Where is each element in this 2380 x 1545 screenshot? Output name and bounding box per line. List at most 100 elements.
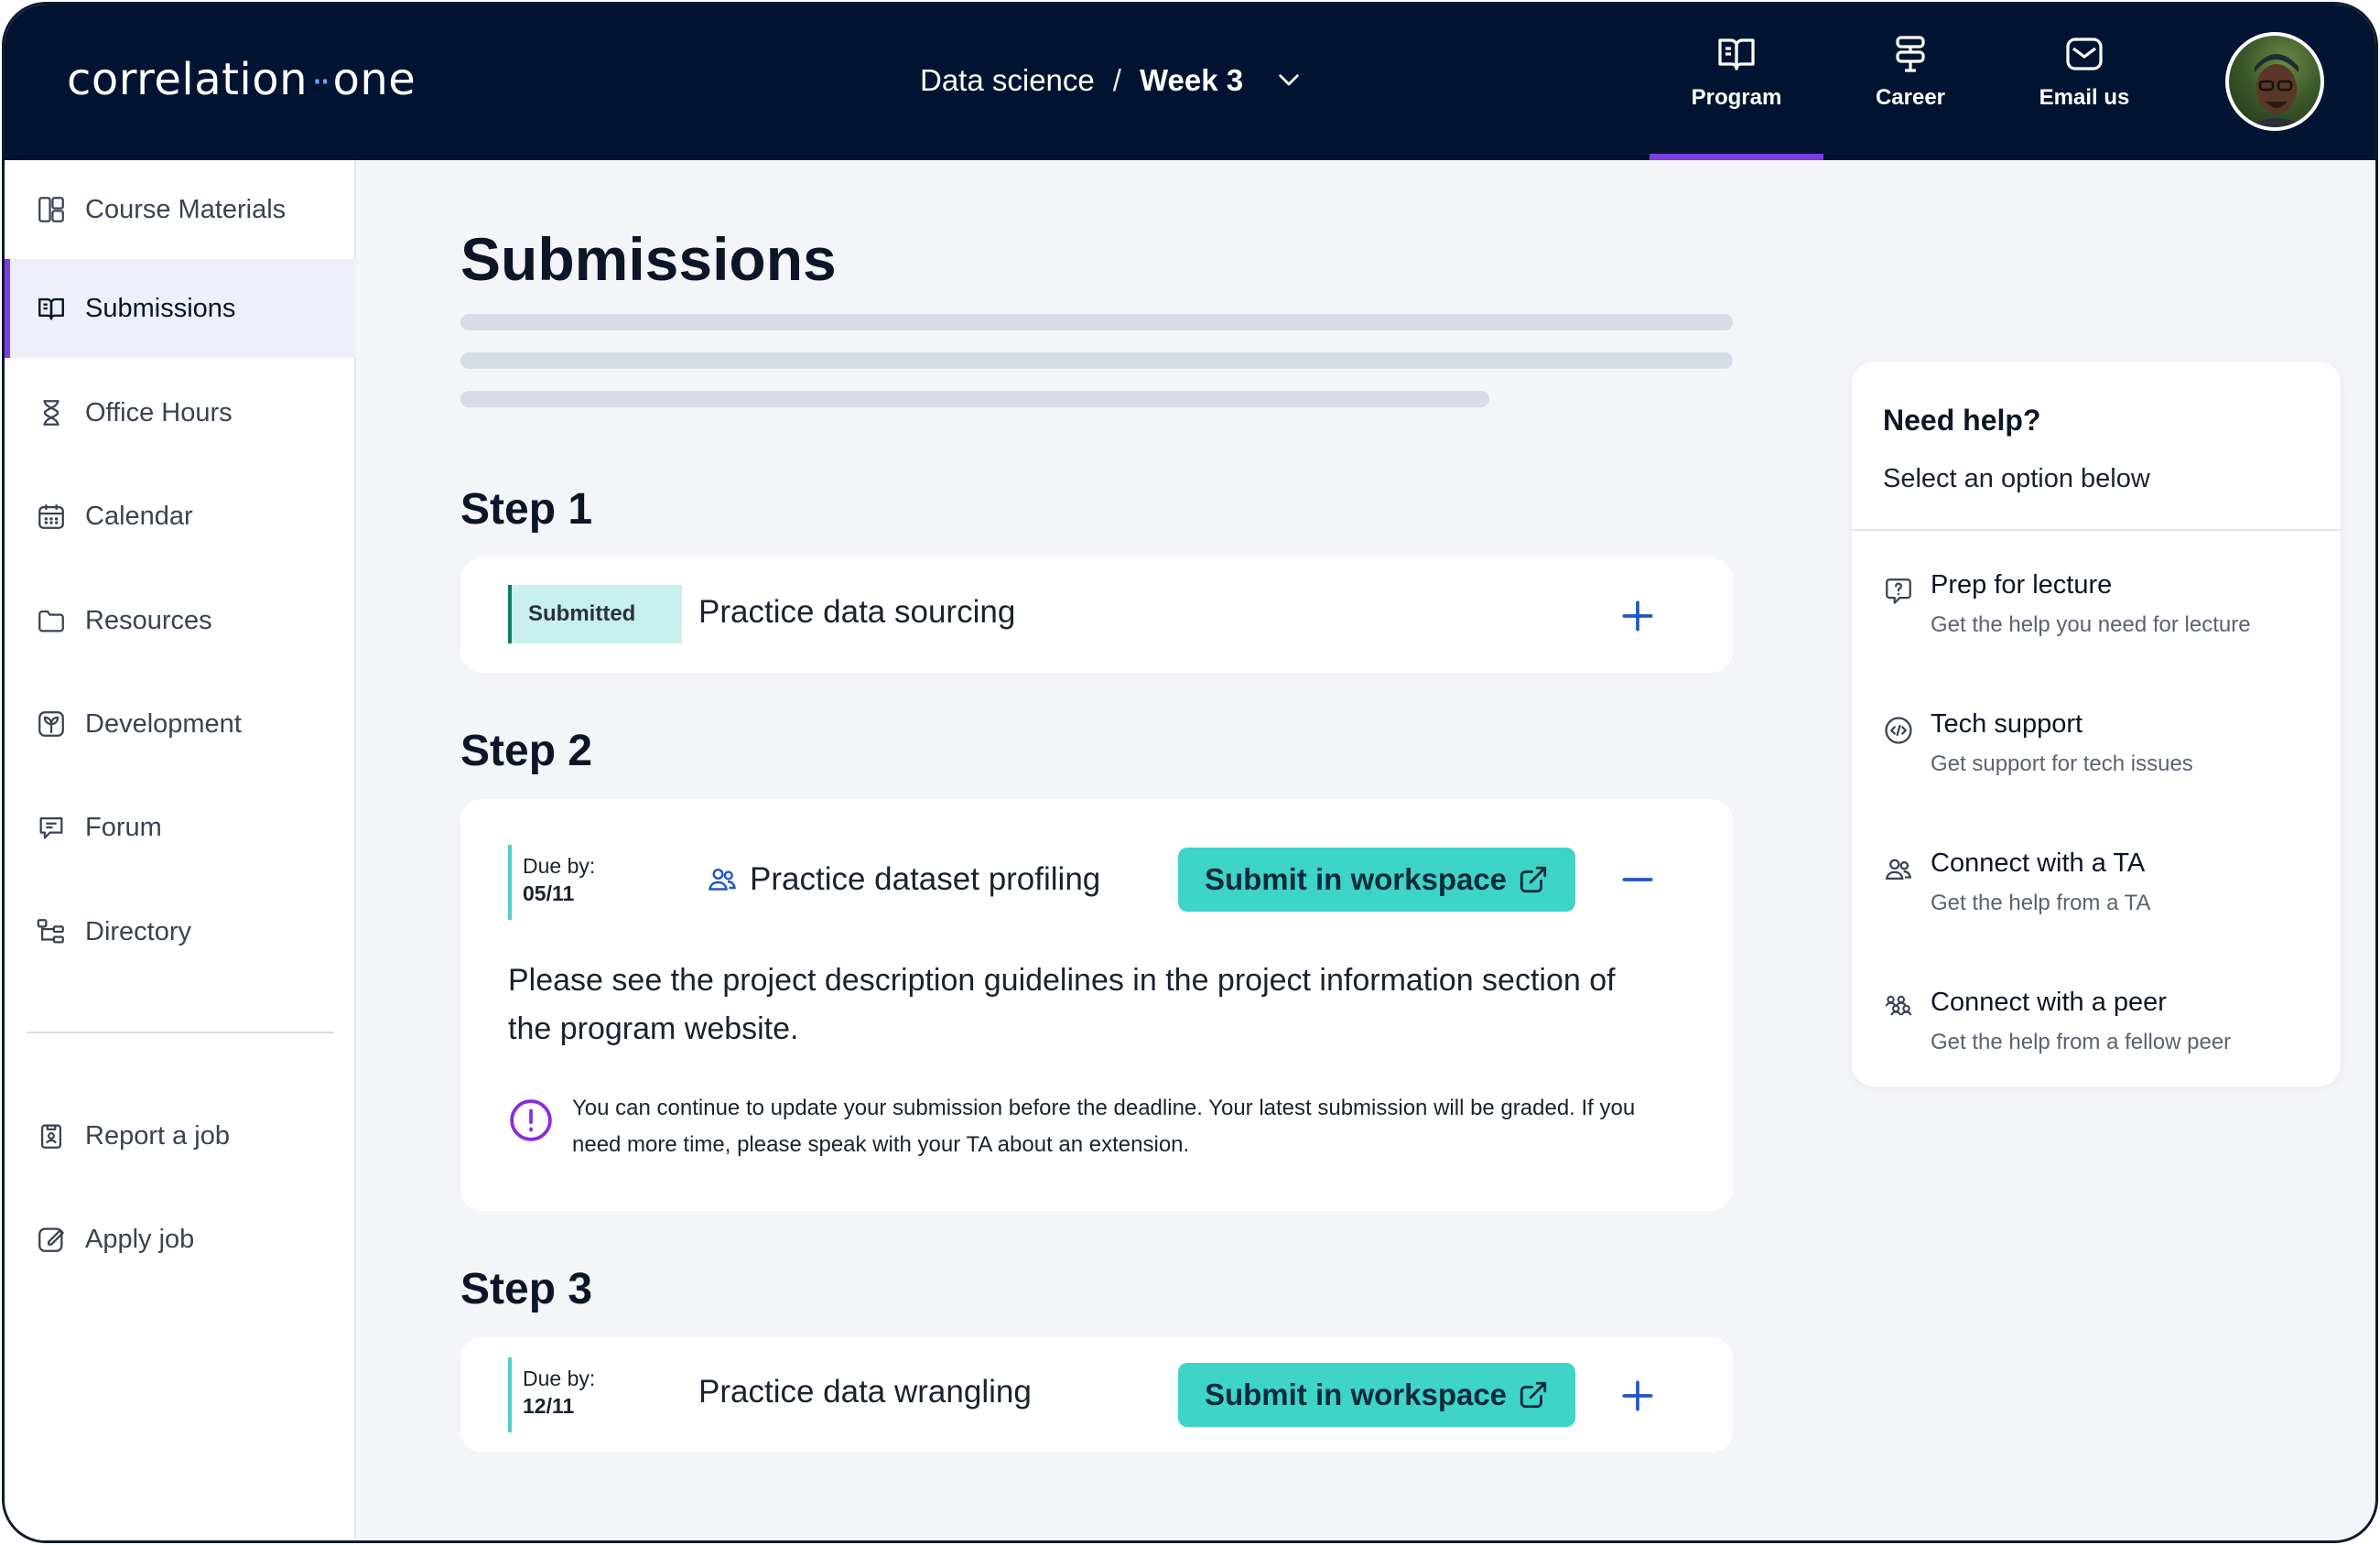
due-date: Due by: 05/11 bbox=[508, 845, 627, 920]
chat-icon bbox=[39, 816, 63, 839]
users-icon bbox=[709, 869, 736, 891]
step-3-heading: Step 3 bbox=[460, 1265, 593, 1313]
avatar-photo bbox=[2229, 36, 2320, 127]
nav-tab-career[interactable]: Career bbox=[1823, 32, 1997, 160]
help-option-title: Connect with a peer bbox=[1931, 988, 2167, 1017]
sidebar-item-office-hours[interactable]: Office Hours bbox=[5, 363, 356, 462]
step-1-heading: Step 1 bbox=[460, 485, 593, 534]
breadcrumb-week[interactable]: Week 3 bbox=[1140, 63, 1243, 98]
help-option-subtitle: Get the help from a fellow peer bbox=[1931, 1030, 2232, 1054]
sidebar-item-label: Development bbox=[85, 708, 242, 739]
help-divider bbox=[1852, 529, 2341, 531]
book-open-icon bbox=[38, 297, 64, 320]
clipboard-icon bbox=[40, 1124, 62, 1149]
submit-workspace-button[interactable]: Submit in workspace bbox=[1178, 1363, 1575, 1427]
collapse-minus-icon[interactable] bbox=[1617, 859, 1658, 900]
submit-workspace-button[interactable]: Submit in workspace bbox=[1178, 848, 1575, 912]
sidebar-item-label: Apply job bbox=[85, 1224, 195, 1254]
deadline-note: You can continue to update your submissi… bbox=[508, 1090, 1661, 1163]
help-option-tech-support[interactable]: Tech support Get support for tech issues bbox=[1883, 709, 2313, 819]
sidebar-item-report-job[interactable]: Report a job bbox=[5, 1086, 356, 1185]
help-panel: Need help? Select an option below Prep f… bbox=[1852, 362, 2341, 1086]
step-2-description: Please see the project description guide… bbox=[508, 963, 1616, 1046]
skeleton-line bbox=[460, 391, 1489, 407]
due-date-value: 05/11 bbox=[523, 881, 575, 905]
sidebar-item-label: Resources bbox=[85, 605, 212, 635]
sidebar-item-apply-job[interactable]: Apply job bbox=[5, 1190, 356, 1289]
nav-tab-email-label: Email us bbox=[2039, 85, 2130, 110]
skeleton-line bbox=[460, 352, 1733, 369]
sidebar-item-forum[interactable]: Forum bbox=[5, 778, 356, 877]
breadcrumb: Data science / Week 3 bbox=[920, 63, 1304, 98]
hourglass-icon bbox=[43, 400, 60, 426]
submit-workspace-label: Submit in workspace bbox=[1204, 862, 1508, 896]
avatar[interactable] bbox=[2225, 32, 2324, 131]
expand-plus-icon[interactable] bbox=[1617, 596, 1658, 636]
sidebar-item-resources[interactable]: Resources bbox=[5, 571, 356, 670]
help-option-subtitle: Get support for tech issues bbox=[1931, 751, 2193, 776]
top-bar: correlation ·· one Data science / Week 3 P… bbox=[5, 5, 2375, 160]
logo-dots: ·· bbox=[311, 61, 331, 103]
sidebar-item-label: Calendar bbox=[85, 501, 193, 531]
users-icon bbox=[1885, 859, 1912, 881]
edit-icon bbox=[38, 1227, 64, 1252]
due-date-value: 12/11 bbox=[523, 1394, 575, 1418]
signpost-icon bbox=[1896, 36, 1925, 72]
help-option-subtitle: Get the help you need for lecture bbox=[1931, 612, 2251, 637]
step-3-title: Practice data wrangling bbox=[698, 1374, 1032, 1410]
expand-plus-icon[interactable] bbox=[1617, 1376, 1658, 1416]
deadline-note-text: You can continue to update your submissi… bbox=[572, 1096, 1636, 1157]
nav-tab-program-label: Program bbox=[1691, 85, 1782, 110]
step-2-card: Due by: 05/11 Practice dataset profiling… bbox=[460, 799, 1733, 1211]
external-link-icon bbox=[1520, 1381, 1547, 1409]
due-label: Due by: bbox=[523, 854, 596, 878]
sidebar-item-directory[interactable]: Directory bbox=[5, 882, 356, 981]
alert-circle-icon bbox=[510, 1099, 552, 1141]
sidebar-item-label: Forum bbox=[85, 812, 162, 842]
nav-tab-program[interactable]: Program bbox=[1650, 32, 1823, 160]
breadcrumb-program[interactable]: Data science bbox=[920, 63, 1095, 98]
sidebar-item-label: Submissions bbox=[85, 293, 236, 323]
due-date: Due by: 12/11 bbox=[508, 1357, 627, 1432]
step-2-heading: Step 2 bbox=[460, 727, 593, 775]
sidebar-item-submissions[interactable]: Submissions bbox=[5, 259, 356, 358]
logo[interactable]: correlation ·· one bbox=[67, 54, 416, 105]
nav-tab-email[interactable]: Email us bbox=[1997, 32, 2171, 160]
help-subtitle: Select an option below bbox=[1883, 464, 2150, 493]
help-option-title: Connect with a TA bbox=[1931, 848, 2146, 878]
help-option-connect-peer[interactable]: Connect with a peer Get the help from a … bbox=[1883, 988, 2313, 1097]
sidebar-item-course-materials[interactable]: Course Materials bbox=[5, 160, 356, 259]
sidebar-item-label: Directory bbox=[85, 916, 192, 946]
help-option-title: Tech support bbox=[1931, 709, 2083, 739]
folder-icon bbox=[38, 610, 64, 632]
help-option-connect-ta[interactable]: Connect with a TA Get the help from a TA bbox=[1883, 848, 2313, 958]
skeleton-line bbox=[460, 314, 1733, 330]
sidebar: Course Materials Submissions Office Hour… bbox=[5, 160, 356, 1540]
external-link-icon bbox=[1520, 866, 1547, 893]
layout-icon bbox=[38, 197, 64, 222]
group-icon bbox=[1885, 995, 1912, 1016]
nav-tab-career-label: Career bbox=[1875, 85, 1946, 110]
sidebar-item-development[interactable]: Development bbox=[5, 675, 356, 773]
question-bubble-icon bbox=[1886, 578, 1911, 604]
hierarchy-icon bbox=[37, 919, 64, 944]
sidebar-item-label: Report a job bbox=[85, 1120, 230, 1151]
due-label: Due by: bbox=[523, 1367, 596, 1390]
sidebar-divider bbox=[27, 1032, 334, 1033]
help-title: Need help? bbox=[1883, 404, 2041, 437]
sidebar-item-calendar[interactable]: Calendar bbox=[5, 467, 356, 566]
help-option-prep-lecture[interactable]: Prep for lecture Get the help you need f… bbox=[1883, 570, 2313, 680]
sidebar-item-label: Course Materials bbox=[85, 194, 287, 224]
code-icon bbox=[1885, 717, 1912, 744]
logo-text-right: one bbox=[332, 54, 416, 105]
step-2-title-text: Practice dataset profiling bbox=[750, 861, 1101, 897]
chevron-down-icon[interactable] bbox=[1274, 66, 1304, 95]
growth-icon bbox=[38, 711, 64, 737]
help-option-title: Prep for lecture bbox=[1931, 570, 2113, 600]
sidebar-item-label: Office Hours bbox=[85, 397, 233, 427]
step-2-title: Practice dataset profiling bbox=[706, 861, 1100, 898]
step-1-card: Submitted Practice data sourcing bbox=[460, 557, 1733, 673]
submit-workspace-label: Submit in workspace bbox=[1204, 1378, 1508, 1411]
app-window: correlation ·· one Data science / Week 3 P… bbox=[2, 2, 2378, 1543]
step-3-card: Due by: 12/11 Practice data wrangling Su… bbox=[460, 1337, 1733, 1453]
